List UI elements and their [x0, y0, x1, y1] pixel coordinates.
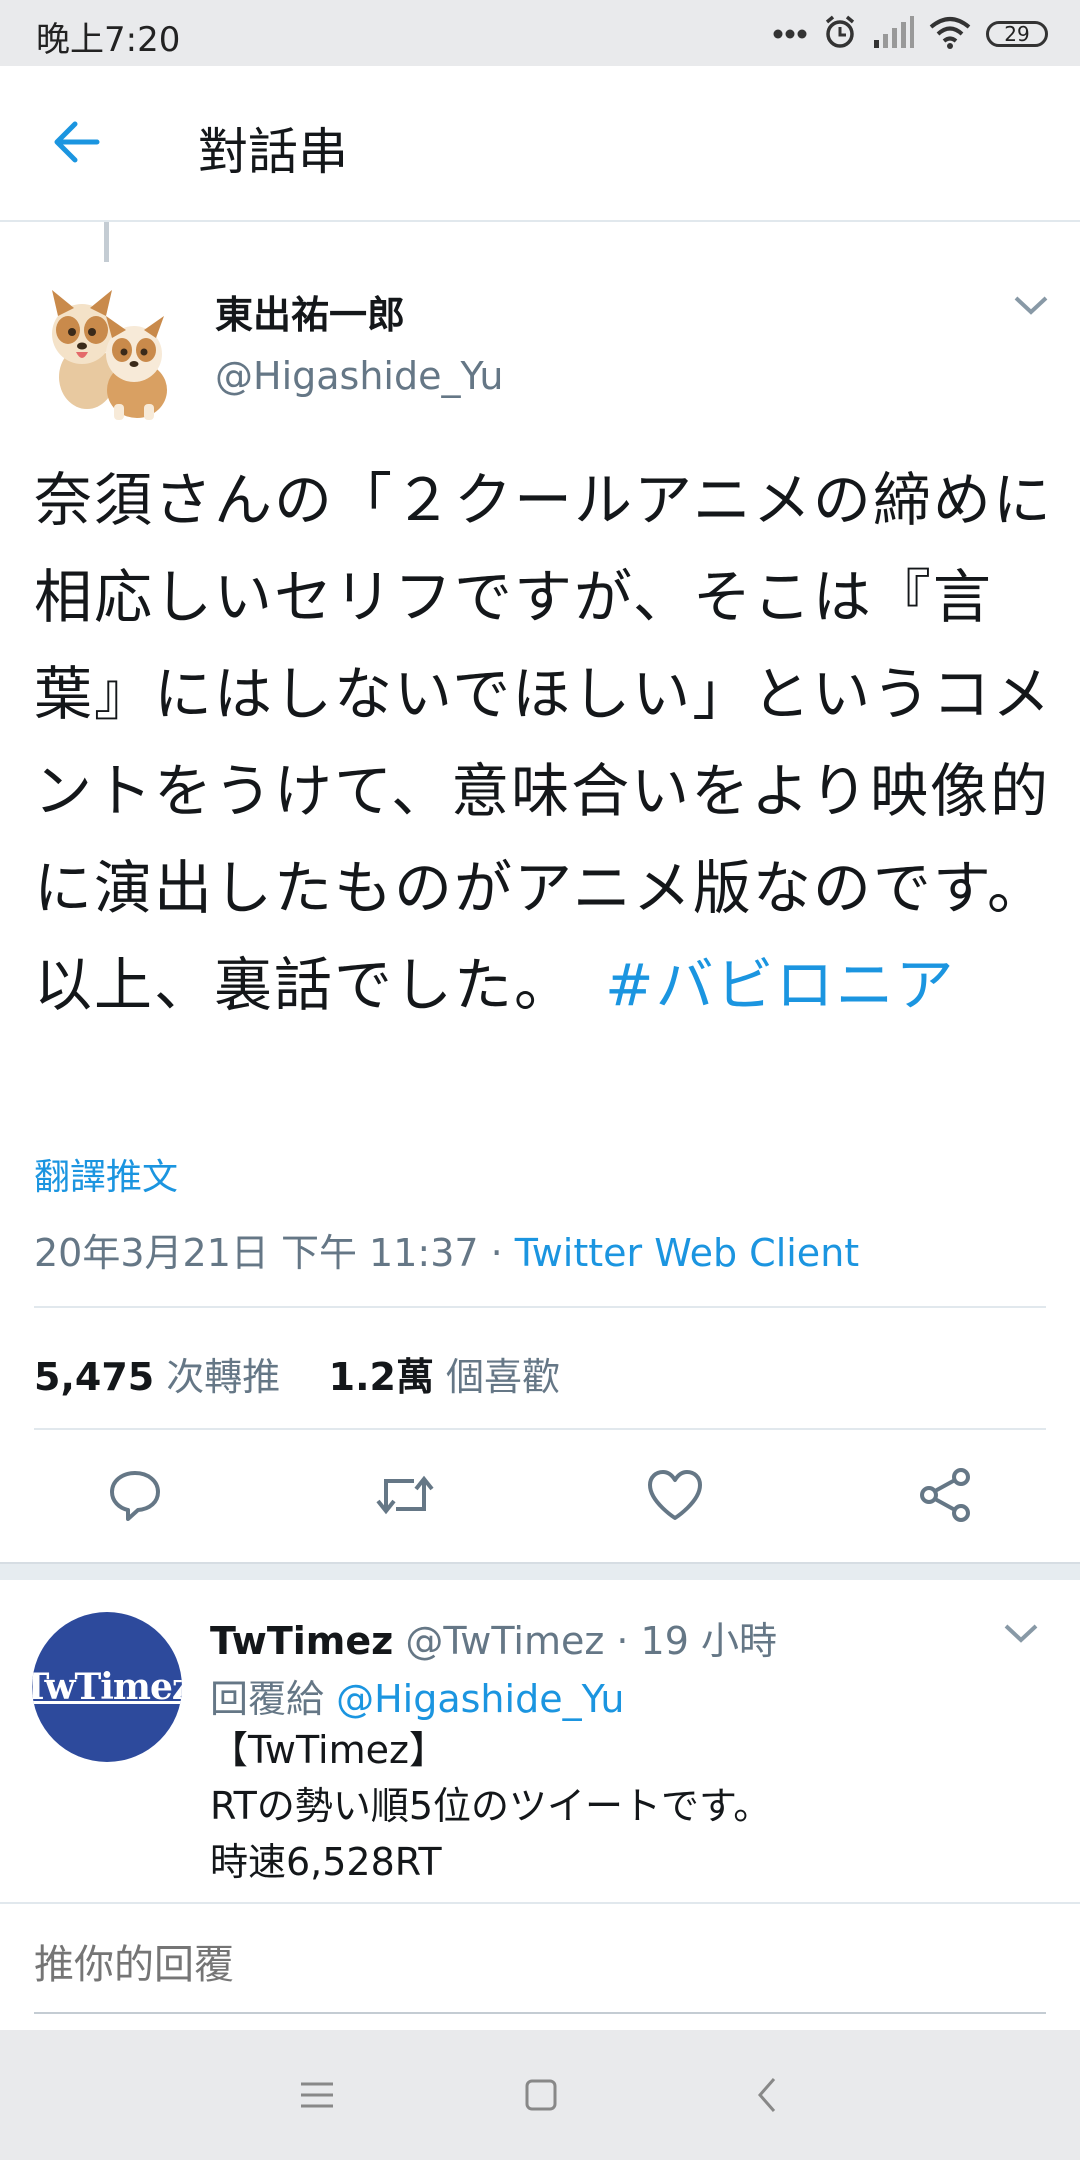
section-separator — [0, 1562, 1080, 1580]
reply-button[interactable] — [80, 1440, 190, 1550]
reply-line: 【TwTimez】 — [210, 1728, 447, 1772]
retweet-count: 5,475 — [34, 1355, 155, 1399]
tweet-text: 奈須さんの「２クールアニメの締めに相応しいセリフですが、そこは『言葉』にはしない… — [34, 452, 1054, 1034]
reply-to: 回覆給 @Higashide_Yu — [210, 1668, 625, 1723]
retweet-label: 次轉推 — [154, 1355, 281, 1399]
home-square-icon — [525, 2079, 557, 2111]
status-time: 晚上7:20 — [36, 20, 181, 60]
menu-icon — [301, 2082, 333, 2108]
chevron-down-icon — [1004, 1624, 1038, 1643]
retweet-button[interactable] — [350, 1440, 460, 1550]
wifi-icon — [928, 15, 972, 53]
tweet-timestamp: 20年3月21日 下午 11:37 · — [34, 1231, 515, 1275]
reply-menu-button[interactable] — [996, 1614, 1046, 1654]
reply-icon — [110, 1471, 160, 1521]
like-label: 個喜歡 — [433, 1355, 561, 1399]
author-name[interactable]: 東出祐一郎 — [215, 284, 405, 339]
tweet-stats: 5,475 次轉推 1.2萬 個喜歡 — [34, 1346, 560, 1401]
divider — [34, 1306, 1046, 1308]
reply-header: TwTimez @TwTimez · 19 小時 — [210, 1610, 777, 1665]
back-button[interactable] — [40, 110, 114, 174]
reply-composer — [0, 1902, 1080, 2028]
share-icon — [920, 1468, 970, 1522]
author-handle[interactable]: @Higashide_Yu — [215, 354, 503, 398]
top-app-bar: 對話串 — [0, 66, 1080, 222]
avatar-logo-text: TwTimez — [32, 1666, 182, 1708]
page-title: 對話串 — [198, 123, 348, 181]
menu-button[interactable] — [282, 2060, 352, 2130]
reply-to-label: 回覆給 — [210, 1677, 337, 1721]
translate-tweet-link[interactable]: 翻譯推文 — [34, 1148, 178, 1200]
reply-author-name[interactable]: TwTimez — [210, 1619, 393, 1663]
chevron-left-icon — [758, 2078, 776, 2112]
home-button[interactable] — [506, 2060, 576, 2130]
share-button[interactable] — [890, 1440, 1000, 1550]
reply-line: 時速6,528RT — [210, 1840, 442, 1884]
reply-avatar[interactable]: TwTimez — [32, 1612, 182, 1762]
reply-to-handle[interactable]: @Higashide_Yu — [336, 1677, 624, 1721]
back-arrow-icon — [54, 121, 100, 163]
chevron-down-icon — [1014, 296, 1048, 315]
tweet-menu-button[interactable] — [1006, 286, 1056, 326]
client-link[interactable]: Twitter Web Client — [515, 1231, 859, 1275]
signal-icon — [872, 16, 914, 52]
avatar[interactable] — [32, 272, 186, 426]
retweet-stat[interactable]: 5,475 次轉推 — [34, 1355, 280, 1399]
heart-icon — [648, 1470, 702, 1520]
reply-input[interactable] — [34, 1940, 1046, 1990]
thread-line — [104, 222, 109, 262]
system-back-button[interactable] — [732, 2060, 802, 2130]
reply-line: RTの勢い順5位のツイートです。 — [210, 1784, 772, 1828]
tweet-body: 奈須さんの「２クールアニメの締めに相応しいセリフですが、そこは『言葉』にはしない… — [34, 466, 1053, 1019]
like-stat[interactable]: 1.2萬 個喜歡 — [329, 1355, 560, 1399]
tweet-actions — [0, 1440, 1080, 1550]
retweet-icon — [376, 1475, 434, 1515]
like-button[interactable] — [620, 1440, 730, 1550]
battery-icon: 29 — [986, 21, 1048, 47]
like-count: 1.2萬 — [328, 1355, 434, 1399]
tweet-meta: 20年3月21日 下午 11:37 · Twitter Web Client — [34, 1222, 859, 1277]
more-dots-icon — [772, 25, 808, 44]
reply-handle-time: @TwTimez · 19 小時 — [393, 1619, 777, 1663]
status-icons: 29 — [772, 14, 1048, 54]
reply-text: 【TwTimez】 RTの勢い順5位のツイートです。 時速6,528RT — [210, 1722, 1050, 1890]
hashtag-link[interactable]: #バビロニア — [605, 951, 956, 1019]
status-bar: 晚上7:20 29 — [0, 0, 1080, 66]
input-underline — [34, 2012, 1046, 2014]
divider — [34, 1428, 1046, 1430]
system-nav-bar — [0, 2030, 1080, 2160]
alarm-icon — [822, 14, 858, 54]
